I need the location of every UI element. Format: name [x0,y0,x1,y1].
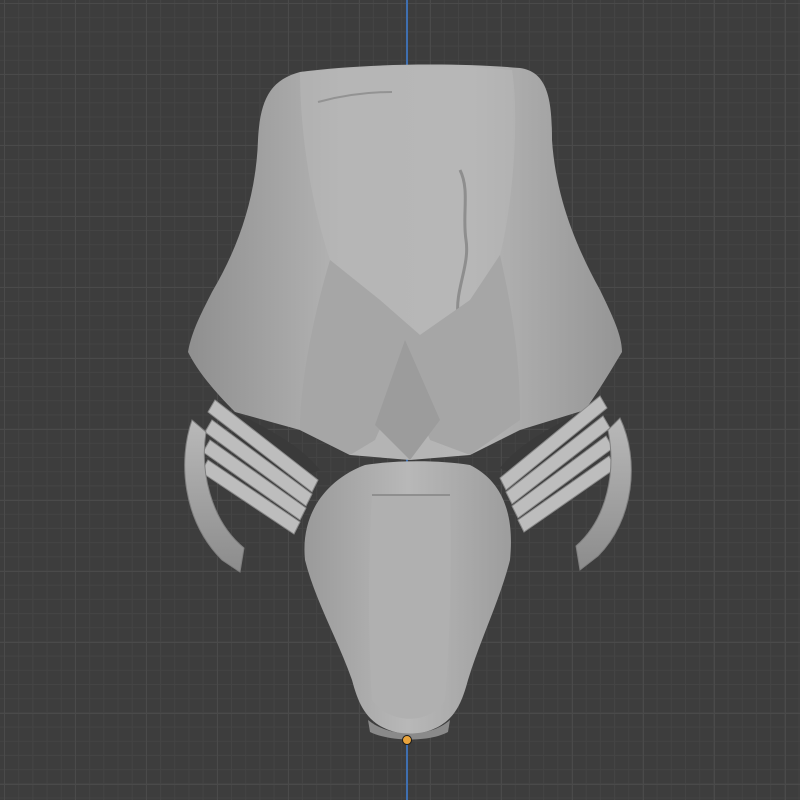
mask-snout-front [369,495,451,719]
3d-viewport[interactable] [0,0,800,800]
object-origin-point[interactable] [402,735,412,745]
mask-model[interactable] [0,0,800,800]
